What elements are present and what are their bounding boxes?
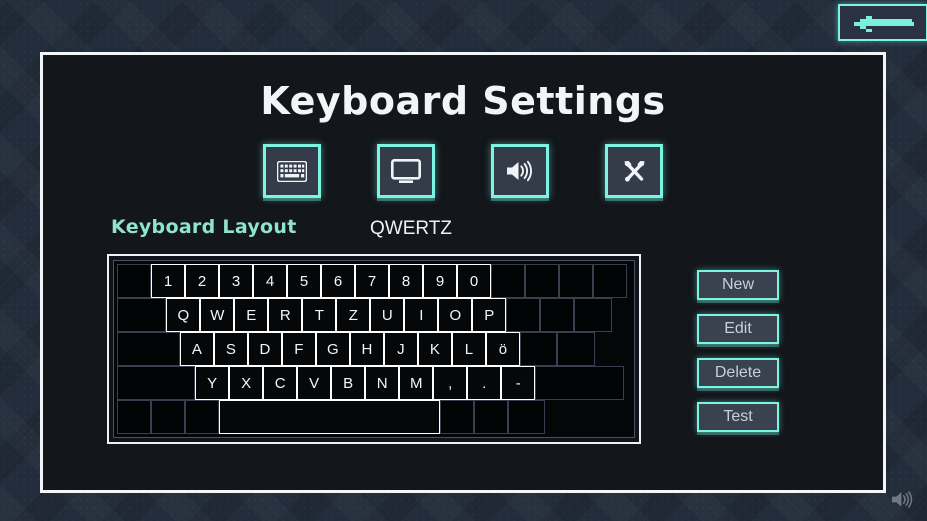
volume-indicator[interactable] xyxy=(891,490,915,513)
keyboard-key-space[interactable] xyxy=(219,400,440,434)
keyboard-key[interactable]: 5 xyxy=(287,264,321,298)
keyboard-key[interactable]: Z xyxy=(336,298,371,332)
tab-bar xyxy=(43,144,883,198)
keyboard-empty-slot[interactable] xyxy=(185,400,219,434)
keyboard-empty-slot[interactable] xyxy=(535,366,624,400)
keyboard-key[interactable]: B xyxy=(331,366,366,400)
keyboard-key[interactable]: . xyxy=(467,366,502,400)
keyboard-row xyxy=(117,400,631,434)
keyboard-key[interactable]: P xyxy=(472,298,507,332)
keyboard-key[interactable]: K xyxy=(417,332,452,366)
tab-keyboard[interactable] xyxy=(263,144,321,198)
keyboard-empty-slot[interactable] xyxy=(593,264,627,298)
keyboard-layout-label: Keyboard Layout xyxy=(111,216,297,238)
keyboard-empty-slot[interactable] xyxy=(117,332,180,366)
keyboard-key[interactable]: 1 xyxy=(151,264,185,298)
speaker-icon xyxy=(891,491,915,513)
keyboard-key[interactable]: Y xyxy=(195,366,230,400)
keyboard-key[interactable]: O xyxy=(438,298,473,332)
keyboard-key[interactable]: 4 xyxy=(253,264,287,298)
keyboard-key[interactable]: 3 xyxy=(219,264,253,298)
keyboard-empty-slot[interactable] xyxy=(525,264,559,298)
keyboard-empty-slot[interactable] xyxy=(574,298,612,332)
settings-window: Keyboard Settings Keyboard Layout QWERTZ… xyxy=(40,52,886,493)
keyboard-empty-slot[interactable] xyxy=(508,400,546,434)
keyboard-preview-section: 1234567890QWERTZUIOPASDFGHJKLöYXCVBNM,.-… xyxy=(43,254,883,444)
keyboard-preview-grid: 1234567890QWERTZUIOPASDFGHJKLöYXCVBNM,.- xyxy=(113,260,635,438)
action-button-group: New Edit Delete Test xyxy=(697,254,779,432)
keyboard-key[interactable]: R xyxy=(268,298,303,332)
keyboard-empty-slot[interactable] xyxy=(117,264,151,298)
test-button[interactable]: Test xyxy=(697,402,779,432)
monitor-icon xyxy=(391,158,421,184)
keyboard-empty-slot[interactable] xyxy=(559,264,593,298)
keyboard-empty-slot[interactable] xyxy=(519,332,558,366)
keyboard-row: ASDFGHJKLö xyxy=(117,332,631,366)
keyboard-row: QWERTZUIOP xyxy=(117,298,631,332)
keyboard-key[interactable]: T xyxy=(302,298,337,332)
keyboard-key[interactable]: Q xyxy=(166,298,201,332)
keyboard-key[interactable]: 7 xyxy=(355,264,389,298)
keyboard-key[interactable]: V xyxy=(297,366,332,400)
keyboard-key[interactable]: C xyxy=(263,366,298,400)
keyboard-key[interactable]: 2 xyxy=(185,264,219,298)
keyboard-empty-slot[interactable] xyxy=(117,400,151,434)
keyboard-key[interactable]: X xyxy=(229,366,264,400)
keyboard-row: YXCVBNM,.- xyxy=(117,366,631,400)
keyboard-key[interactable]: D xyxy=(247,332,282,366)
page-title: Keyboard Settings xyxy=(260,79,666,123)
keyboard-layout-value[interactable]: QWERTZ xyxy=(370,218,452,240)
tab-display[interactable] xyxy=(377,144,435,198)
delete-button[interactable]: Delete xyxy=(697,358,779,388)
back-arrow-icon xyxy=(852,13,914,32)
keyboard-empty-slot[interactable] xyxy=(540,298,575,332)
keyboard-key[interactable]: , xyxy=(433,366,468,400)
keyboard-row: 1234567890 xyxy=(117,264,631,298)
keyboard-key[interactable]: ö xyxy=(485,332,520,366)
keyboard-key[interactable]: H xyxy=(349,332,384,366)
keyboard-key[interactable]: E xyxy=(234,298,269,332)
back-button[interactable] xyxy=(838,4,927,41)
edit-button[interactable]: Edit xyxy=(697,314,779,344)
keyboard-empty-slot[interactable] xyxy=(491,264,525,298)
keyboard-empty-slot[interactable] xyxy=(117,298,167,332)
keyboard-key[interactable]: 9 xyxy=(423,264,457,298)
tab-audio[interactable] xyxy=(491,144,549,198)
keyboard-key[interactable]: U xyxy=(370,298,405,332)
keyboard-key[interactable]: L xyxy=(451,332,486,366)
keyboard-empty-slot[interactable] xyxy=(474,400,508,434)
keyboard-key[interactable]: 6 xyxy=(321,264,355,298)
keyboard-key[interactable]: W xyxy=(200,298,235,332)
speaker-icon xyxy=(505,159,535,183)
keyboard-key[interactable]: J xyxy=(383,332,418,366)
keyboard-icon xyxy=(277,160,307,182)
keyboard-preview-frame: 1234567890QWERTZUIOPASDFGHJKLöYXCVBNM,.- xyxy=(107,254,641,444)
keyboard-empty-slot[interactable] xyxy=(151,400,185,434)
keyboard-key[interactable]: A xyxy=(179,332,214,366)
keyboard-empty-slot[interactable] xyxy=(557,332,595,366)
keyboard-key[interactable]: I xyxy=(404,298,439,332)
keyboard-key[interactable]: F xyxy=(281,332,316,366)
keyboard-key[interactable]: 0 xyxy=(457,264,491,298)
tab-tools[interactable] xyxy=(605,144,663,198)
tools-icon xyxy=(621,158,648,185)
keyboard-layout-row: Keyboard Layout QWERTZ xyxy=(43,216,883,250)
keyboard-key[interactable]: S xyxy=(213,332,248,366)
keyboard-key[interactable]: 8 xyxy=(389,264,423,298)
keyboard-key[interactable]: - xyxy=(501,366,536,400)
keyboard-key[interactable]: G xyxy=(315,332,350,366)
keyboard-empty-slot[interactable] xyxy=(506,298,541,332)
keyboard-key[interactable]: M xyxy=(399,366,434,400)
keyboard-empty-slot[interactable] xyxy=(440,400,474,434)
new-button[interactable]: New xyxy=(697,270,779,300)
keyboard-empty-slot[interactable] xyxy=(117,366,196,400)
keyboard-key[interactable]: N xyxy=(365,366,400,400)
